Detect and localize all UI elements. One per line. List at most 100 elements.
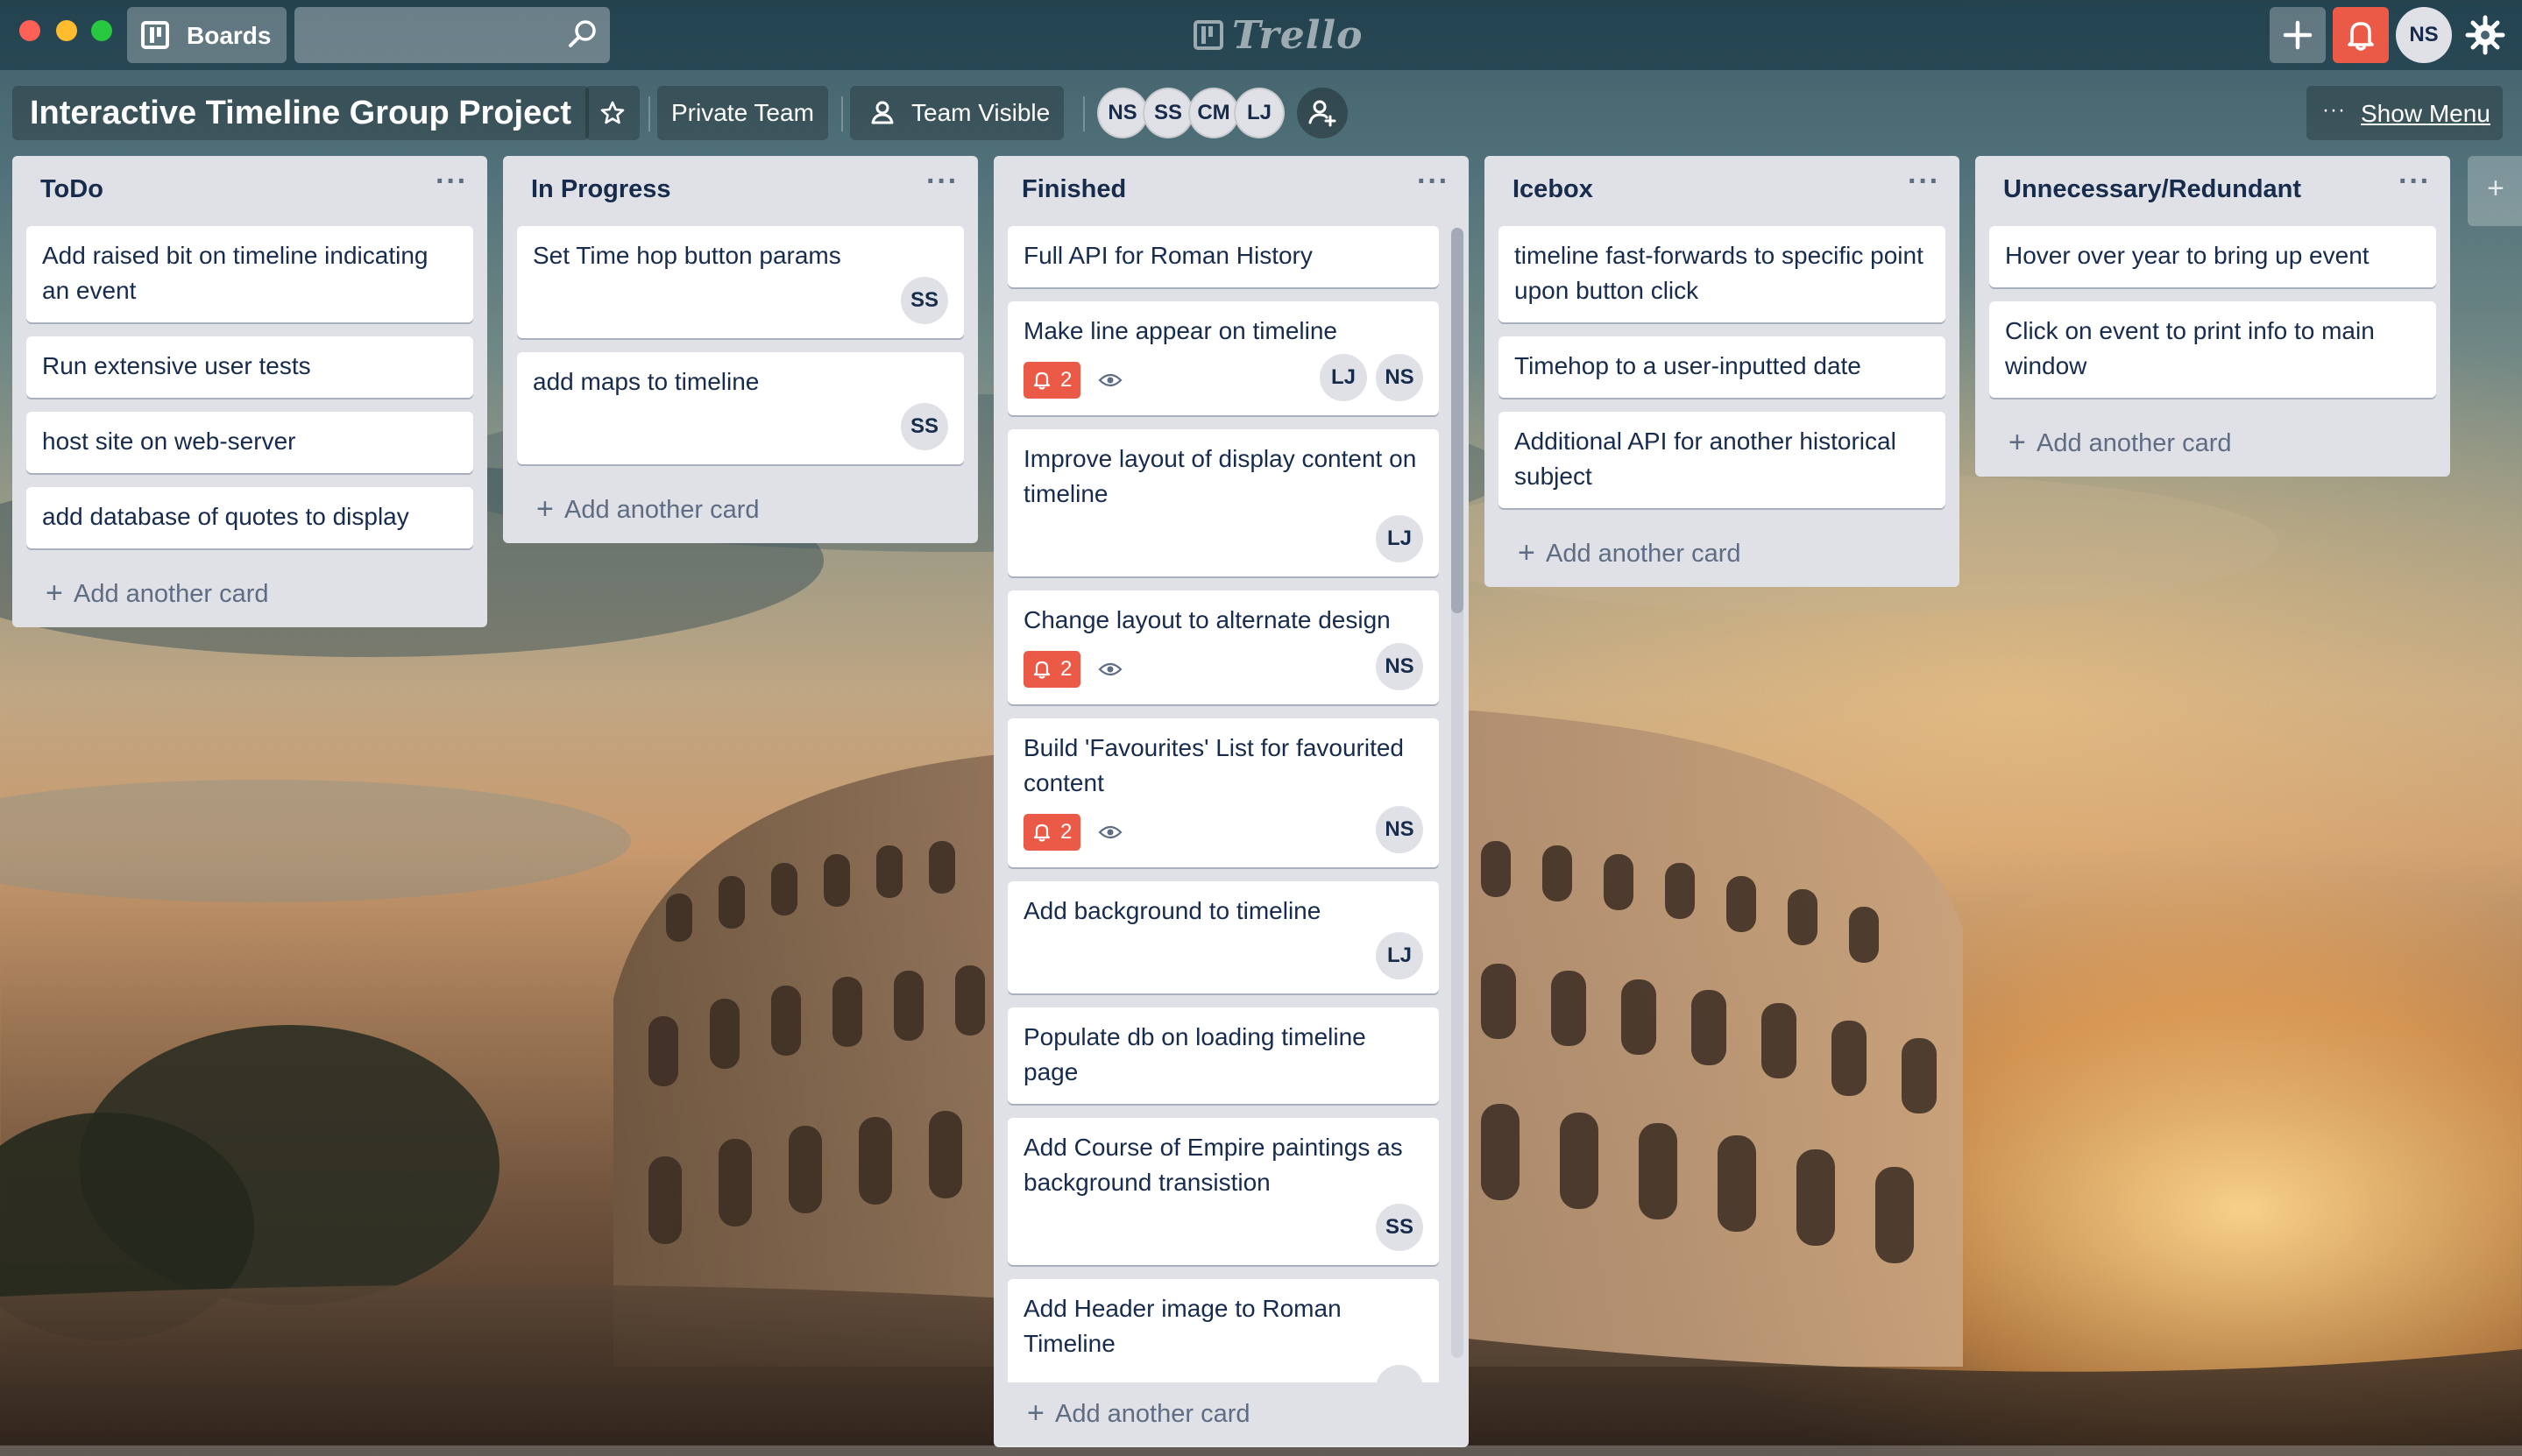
- top-bar: Boards Trello NS: [0, 0, 2522, 70]
- card[interactable]: Make line appear on timeline 2 LJ NS: [1008, 301, 1439, 415]
- card[interactable]: Improve layout of display content on tim…: [1008, 429, 1439, 576]
- list-menu-icon[interactable]: ···: [2398, 165, 2431, 199]
- trello-logo-text: Trello: [1232, 12, 1364, 58]
- card-title: timeline fast-forwards to specific point…: [1514, 242, 1923, 304]
- list-title[interactable]: In Progress: [531, 175, 671, 204]
- card[interactable]: Add raised bit on timeline indicating an…: [26, 226, 473, 322]
- card-member-avatar[interactable]: SS: [1376, 1204, 1423, 1251]
- plus-icon: +: [2487, 172, 2504, 205]
- card-member-avatar[interactable]: NS: [1376, 354, 1423, 401]
- window-minimize-button[interactable]: [56, 20, 77, 41]
- window-zoom-button[interactable]: [91, 20, 112, 41]
- card[interactable]: Click on event to print info to main win…: [1989, 301, 2436, 398]
- card[interactable]: Add background to timeline LJ: [1008, 881, 1439, 993]
- plus-icon: [2283, 20, 2313, 50]
- board-member-avatar[interactable]: SS: [1143, 88, 1194, 138]
- notification-badge: 2: [1024, 651, 1081, 688]
- search-input[interactable]: [305, 16, 554, 54]
- card-title: Additional API for another historical su…: [1514, 428, 1896, 490]
- card-member-avatar[interactable]: SS: [901, 277, 948, 324]
- card[interactable]: add database of quotes to display: [26, 487, 473, 548]
- card-title: host site on web-server: [42, 428, 296, 455]
- boards-button[interactable]: Boards: [127, 7, 287, 63]
- card-scroll-area: Full API for Roman History Make line app…: [994, 226, 1469, 1382]
- gear-icon[interactable]: [2461, 11, 2510, 60]
- board-member-avatar[interactable]: CM: [1188, 88, 1239, 138]
- board-member-avatar[interactable]: NS: [1097, 88, 1148, 138]
- card[interactable]: timeline fast-forwards to specific point…: [1498, 226, 1945, 322]
- list-menu-icon[interactable]: ···: [1417, 165, 1449, 199]
- trello-logo[interactable]: Trello: [1194, 11, 1364, 60]
- list-menu-icon[interactable]: ···: [436, 165, 468, 199]
- notification-badge: 2: [1024, 814, 1081, 851]
- team-button[interactable]: Private Team: [657, 86, 828, 140]
- card[interactable]: Additional API for another historical su…: [1498, 412, 1945, 508]
- list-in-progress: In Progress ··· Set Time hop button para…: [503, 156, 978, 543]
- card[interactable]: host site on web-server: [26, 412, 473, 473]
- search-box[interactable]: [294, 7, 610, 63]
- notification-count: 2: [1060, 657, 1073, 681]
- plus-icon: +: [1518, 536, 1535, 569]
- star-board-button[interactable]: [585, 86, 640, 140]
- card[interactable]: add maps to timeline SS: [517, 352, 964, 464]
- add-card-button[interactable]: + Add another card: [503, 478, 978, 543]
- eye-icon: [1098, 373, 1123, 387]
- board-member-avatar[interactable]: LJ: [1234, 88, 1285, 138]
- add-list-button[interactable]: +: [2468, 156, 2522, 226]
- show-menu-label: Show Menu: [2361, 100, 2490, 127]
- list-title[interactable]: Icebox: [1512, 175, 1593, 204]
- horizontal-scrollbar[interactable]: [0, 1445, 2522, 1456]
- list-title[interactable]: Finished: [1022, 175, 1126, 204]
- list-todo: ToDo ··· Add raised bit on timeline indi…: [12, 156, 487, 627]
- card-member-avatar[interactable]: [1376, 1365, 1423, 1382]
- plus-icon: +: [536, 492, 554, 526]
- header-divider: [648, 96, 650, 131]
- show-menu-button[interactable]: ··· Show Menu: [2306, 86, 2503, 140]
- list-menu-icon[interactable]: ···: [1908, 165, 1940, 199]
- card[interactable]: Run extensive user tests: [26, 336, 473, 398]
- add-card-label: Add another card: [1546, 540, 1741, 568]
- list-title[interactable]: Unnecessary/Redundant: [2003, 175, 2301, 204]
- plus-icon: +: [1027, 1396, 1045, 1430]
- list-menu-icon[interactable]: ···: [926, 165, 959, 199]
- card[interactable]: Populate db on loading timeline page: [1008, 1007, 1439, 1104]
- star-icon: [600, 101, 625, 124]
- card[interactable]: Full API for Roman History: [1008, 226, 1439, 287]
- card[interactable]: Hover over year to bring up event: [1989, 226, 2436, 287]
- notifications-button[interactable]: [2333, 7, 2389, 63]
- trello-logo-icon: [1194, 20, 1223, 50]
- card[interactable]: Change layout to alternate design 2 NS: [1008, 590, 1439, 704]
- user-avatar[interactable]: NS: [2396, 7, 2452, 63]
- card-title: Add Header image to Roman Timeline: [1024, 1295, 1342, 1357]
- notification-count: 2: [1060, 820, 1073, 844]
- card-title: Add raised bit on timeline indicating an…: [42, 242, 429, 304]
- add-card-button[interactable]: + Add another card: [12, 562, 487, 627]
- card-member-avatar[interactable]: NS: [1376, 806, 1423, 853]
- card-member-avatar[interactable]: LJ: [1376, 932, 1423, 979]
- card-member-avatar[interactable]: LJ: [1320, 354, 1367, 401]
- bell-icon: [2348, 22, 2374, 51]
- ellipsis-icon: ···: [2322, 98, 2346, 122]
- bell-icon: [1033, 661, 1051, 679]
- notification-count: 2: [1060, 368, 1073, 392]
- card[interactable]: Build 'Favourites' List for favourited c…: [1008, 718, 1439, 867]
- search-icon[interactable]: [568, 19, 598, 49]
- invite-member-button[interactable]: [1297, 88, 1348, 138]
- card-member-avatar[interactable]: NS: [1376, 643, 1423, 690]
- add-card-button[interactable]: + Add another card: [1975, 412, 2450, 477]
- visibility-button[interactable]: Team Visible: [850, 86, 1065, 140]
- card[interactable]: Timehop to a user-inputted date: [1498, 336, 1945, 398]
- card-member-avatar[interactable]: LJ: [1376, 515, 1423, 562]
- create-button[interactable]: [2270, 7, 2326, 63]
- window-close-button[interactable]: [19, 20, 40, 41]
- card-title: Hover over year to bring up event: [2005, 242, 2370, 269]
- list-title[interactable]: ToDo: [40, 175, 103, 204]
- card[interactable]: Add Course of Empire paintings as backgr…: [1008, 1118, 1439, 1265]
- board-title[interactable]: Interactive Timeline Group Project: [12, 86, 590, 140]
- add-card-button[interactable]: + Add another card: [994, 1382, 1469, 1447]
- add-card-button[interactable]: + Add another card: [1484, 522, 1959, 587]
- card-member-avatar[interactable]: SS: [901, 403, 948, 450]
- card[interactable]: Add Header image to Roman Timeline: [1008, 1279, 1439, 1382]
- bell-icon: [1033, 823, 1051, 842]
- card[interactable]: Set Time hop button params SS: [517, 226, 964, 338]
